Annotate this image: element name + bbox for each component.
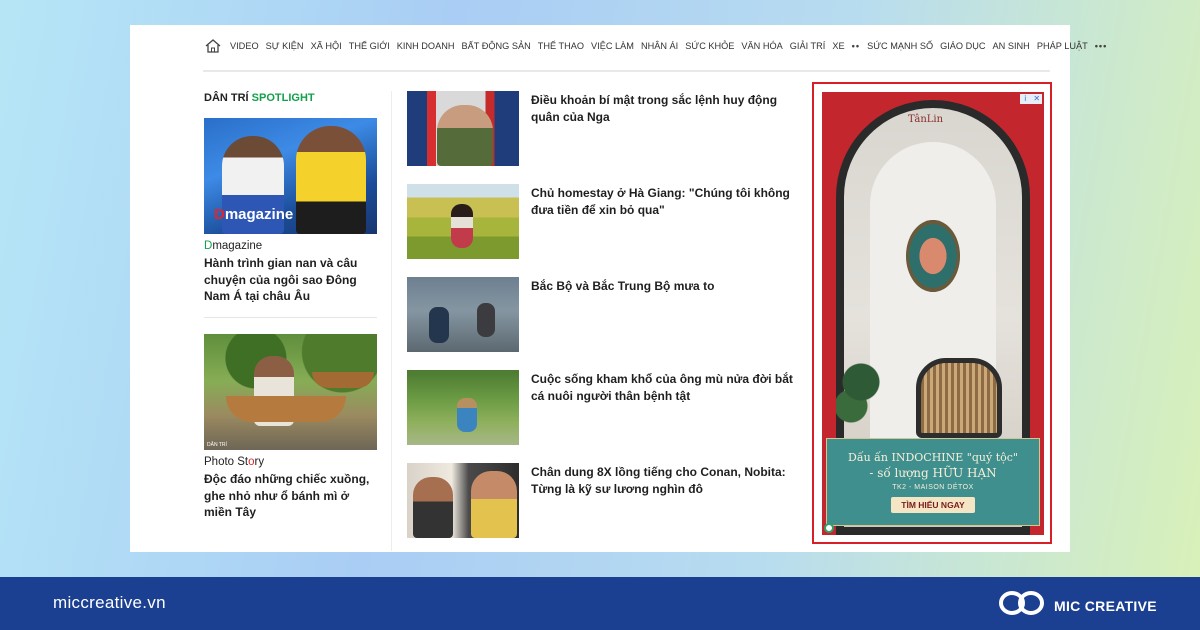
nav-item-giao-duc[interactable]: GIÁO DỤC xyxy=(940,41,985,51)
person-figure xyxy=(437,105,493,166)
nav-item-viec-lam[interactable]: VIỆC LÀM xyxy=(591,41,634,51)
column-divider xyxy=(391,91,392,551)
nav-item-suc-manh-so[interactable]: SỨC MẠNH SỐ xyxy=(867,41,933,51)
nav-item-xe[interactable]: XE xyxy=(832,41,844,51)
nav-item-van-hoa[interactable]: VĂN HÓA xyxy=(741,41,782,51)
feature-card-photo-story[interactable]: DÂN TRÍ Photo Story Độc đáo những chiếc … xyxy=(204,334,377,521)
article-thumbnail[interactable] xyxy=(407,370,519,445)
rider-figure xyxy=(429,307,449,343)
ad-controls: i ✕ xyxy=(1020,94,1042,104)
article-title[interactable]: Bắc Bộ và Bắc Trung Bộ mưa to xyxy=(531,278,797,353)
main-nav: VIDEO SỰ KIỆN XÃ HỘI THẾ GIỚI KINH DOANH… xyxy=(205,35,1106,57)
rattan-chair xyxy=(916,358,1002,438)
article-title[interactable]: Chủ homestay ở Hà Giang: "Chúng tôi khôn… xyxy=(531,185,797,260)
nav-item-phap-luat[interactable]: PHÁP LUẬT xyxy=(1037,41,1088,51)
nav-item-nhan-ai[interactable]: NHÂN ÁI xyxy=(641,41,678,51)
list-item[interactable]: Cuộc sống kham khổ của ông mù nửa đời bắ… xyxy=(407,370,797,446)
footer-bar: miccreative.vn MIC CREATIVE xyxy=(0,577,1200,630)
rider-figure xyxy=(477,303,495,337)
person-figure xyxy=(451,204,473,248)
nav-item-suc-khoe[interactable]: SỨC KHỎE xyxy=(685,41,734,51)
ad-highlight-frame: TânLin i ✕ Dấu ấn INDOCHINE "quý tộc" - … xyxy=(812,82,1052,544)
nav-more-menu[interactable]: ••• xyxy=(1095,41,1108,51)
article-thumbnail[interactable] xyxy=(407,463,519,538)
feature-image-boats[interactable]: DÂN TRÍ xyxy=(204,334,377,450)
plant xyxy=(836,358,886,438)
footer-brand-name: MIC CREATIVE xyxy=(1054,597,1157,614)
boat-model xyxy=(226,396,346,422)
boat-model xyxy=(312,372,374,388)
nav-more-dots[interactable]: •• xyxy=(852,41,860,51)
nav-item-the-thao[interactable]: THỂ THAO xyxy=(538,41,584,51)
ad-text-panel: Dấu ấn INDOCHINE "quý tộc" - số lượng HỮ… xyxy=(826,438,1040,526)
ad-headline: Dấu ấn INDOCHINE "quý tộc" xyxy=(848,451,1018,464)
nav-item-bat-dong-san[interactable]: BẤT ĐỘNG SẢN xyxy=(461,41,530,51)
dmagazine-image-logo: Dmagazine xyxy=(214,206,294,223)
ad-info-icon[interactable]: i xyxy=(1020,94,1031,104)
footer-brand[interactable]: MIC CREATIVE xyxy=(998,588,1157,623)
footer-site-url[interactable]: miccreative.vn xyxy=(53,593,166,613)
spotlight-highlight: SPOTLIGHT xyxy=(251,92,315,104)
article-title[interactable]: Chân dung 8X lồng tiếng cho Conan, Nobit… xyxy=(531,464,797,539)
spotlight-prefix: DÂN TRÍ xyxy=(204,92,249,104)
nav-item-kinh-doanh[interactable]: KINH DOANH xyxy=(397,41,455,51)
display-ad-banner[interactable]: TânLin i ✕ Dấu ấn INDOCHINE "quý tộc" - … xyxy=(822,92,1044,535)
spotlight-heading: DÂN TRÍ SPOTLIGHT xyxy=(204,92,315,104)
ad-subheadline: - số lượng HỮU HẠN xyxy=(869,466,997,480)
mic-logo-icon xyxy=(998,588,1046,623)
ad-project-name: TK2 - MAISON DÉTOX xyxy=(892,484,974,491)
article-title[interactable]: Điều khoản bí mật trong sắc lệnh huy độn… xyxy=(531,92,797,167)
person-figure xyxy=(471,471,517,538)
home-icon[interactable] xyxy=(205,39,221,53)
feature-card-dmagazine[interactable]: Dmagazine Dmagazine Hành trình gian nan … xyxy=(204,118,377,305)
person-figure xyxy=(413,477,453,538)
ad-cta-button[interactable]: TÌM HIỂU NGAY xyxy=(891,497,975,513)
round-mirror xyxy=(906,220,960,292)
article-title[interactable]: Cuộc sống kham khổ của ông mù nửa đời bắ… xyxy=(531,371,797,446)
feature-category-label[interactable]: Photo Story xyxy=(204,456,377,468)
nav-item-xa-hoi[interactable]: XÃ HỘI xyxy=(311,41,342,51)
nav-item-giai-tri[interactable]: GIẢI TRÍ xyxy=(790,41,826,51)
nav-divider xyxy=(203,70,1050,72)
ad-close-icon[interactable]: ✕ xyxy=(1032,94,1043,104)
nav-item-su-kien[interactable]: SỰ KIỆN xyxy=(266,41,304,51)
list-item[interactable]: Chủ homestay ở Hà Giang: "Chúng tôi khôn… xyxy=(407,184,797,260)
article-thumbnail[interactable] xyxy=(407,277,519,352)
feature-image-footballers[interactable]: Dmagazine xyxy=(204,118,377,234)
article-thumbnail[interactable] xyxy=(407,91,519,166)
list-item[interactable]: Bắc Bộ và Bắc Trung Bộ mưa to xyxy=(407,277,797,353)
image-watermark: DÂN TRÍ xyxy=(207,442,227,448)
feature-title[interactable]: Hành trình gian nan và câu chuyện của ng… xyxy=(204,255,377,305)
nav-item-an-sinh[interactable]: AN SINH xyxy=(993,41,1030,51)
feature-category-label[interactable]: Dmagazine xyxy=(204,240,377,252)
nav-item-video[interactable]: VIDEO xyxy=(230,41,259,51)
article-thumbnail[interactable] xyxy=(407,184,519,259)
feature-title[interactable]: Độc đáo những chiếc xuồng, ghe nhỏ như ổ… xyxy=(204,471,377,521)
player-figure xyxy=(296,126,366,234)
spotlight-divider xyxy=(204,317,377,318)
nav-item-the-gioi[interactable]: THẾ GIỚI xyxy=(349,41,390,51)
person-figure xyxy=(457,398,477,432)
ad-choice-icon[interactable] xyxy=(824,523,834,533)
list-item[interactable]: Điều khoản bí mật trong sắc lệnh huy độn… xyxy=(407,91,797,167)
ad-brand-logo: TânLin xyxy=(908,114,944,125)
news-page-screenshot: VIDEO SỰ KIỆN XÃ HỘI THẾ GIỚI KINH DOANH… xyxy=(130,25,1106,552)
list-item[interactable]: Chân dung 8X lồng tiếng cho Conan, Nobit… xyxy=(407,463,797,539)
